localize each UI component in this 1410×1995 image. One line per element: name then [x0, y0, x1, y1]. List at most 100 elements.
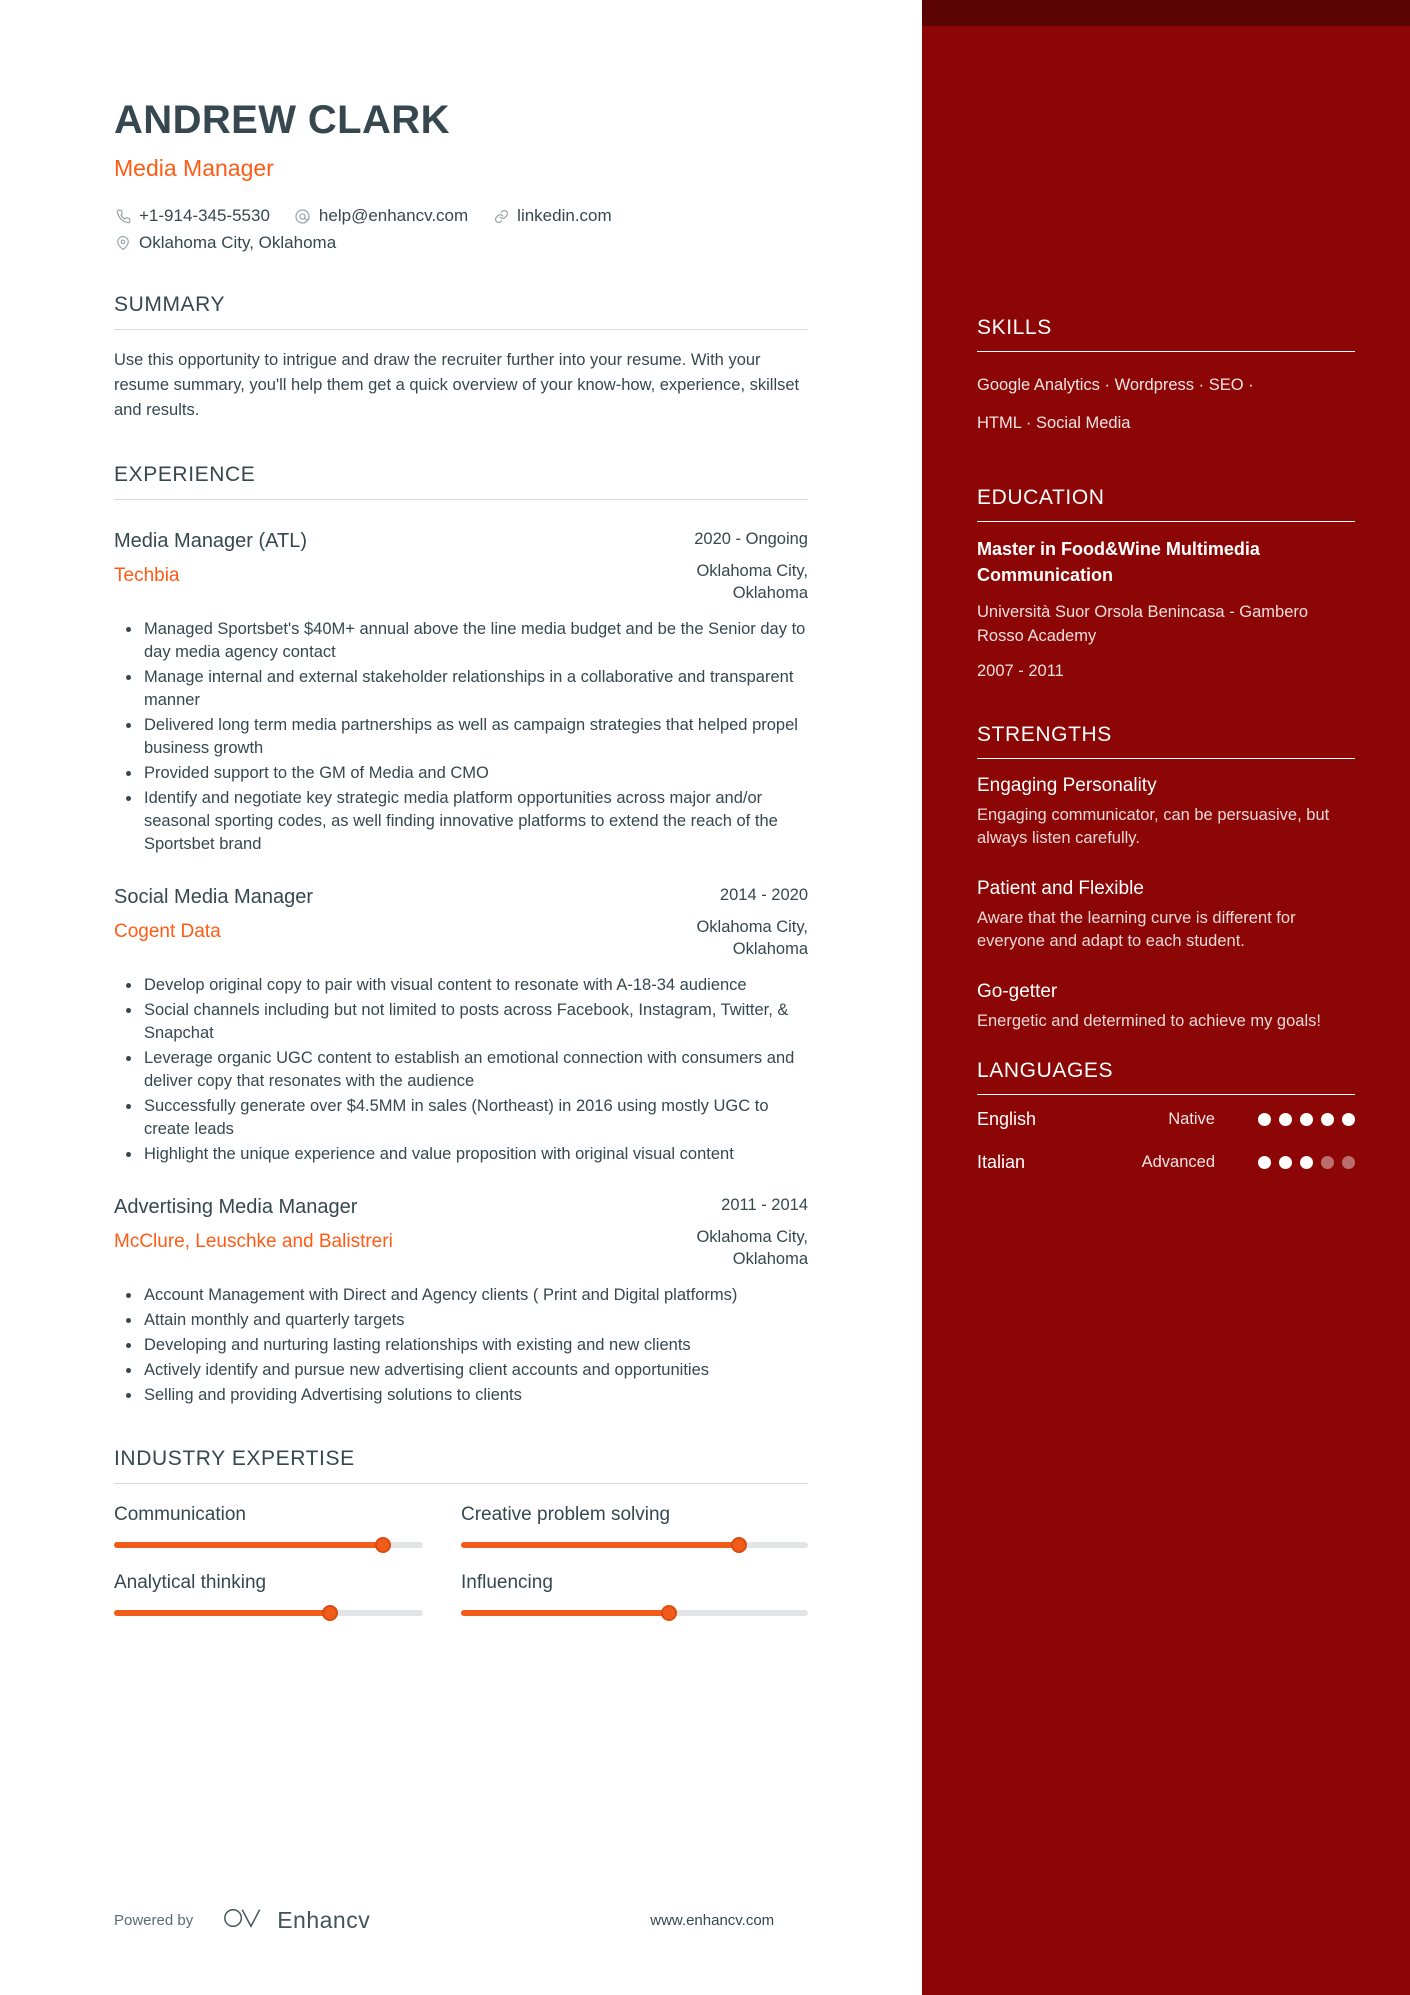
summary-heading: SUMMARY [114, 293, 808, 330]
languages-heading: LANGUAGES [977, 1059, 1355, 1095]
experience-entry-header: Social Media Manager Cogent Data 2014 - 20… [114, 882, 808, 960]
education-heading: EDUCATION [977, 486, 1355, 522]
candidate-name: ANDREW CLARK [114, 98, 450, 142]
experience-entry-meta: 2014 - 2020 Oklahoma City, Oklahoma [618, 882, 808, 960]
strength-title: Engaging Personality [977, 775, 1157, 796]
industry-expertise-grid: Communication Creative problem solving Ana… [114, 1504, 808, 1640]
strengths-heading: STRENGTHS [977, 723, 1355, 759]
languages-list: English Native Italian Advanced [977, 1095, 1355, 1173]
language-rating-dots [1237, 1113, 1355, 1126]
strength-item: Go-getter Energetic and determined to ach… [977, 979, 1355, 1033]
sidebar: SKILLS Google Analytics · Wordpress · SE… [922, 0, 1410, 1995]
experience-company: McClure, Leuschke and Balistreri [114, 1231, 393, 1252]
rating-dot [1258, 1156, 1271, 1169]
rating-dot [1342, 1156, 1355, 1169]
skills-line: HTML · Social Media [977, 414, 1131, 432]
slider-thumb[interactable] [661, 1605, 678, 1621]
industry-expertise-slider[interactable] [114, 1537, 423, 1553]
contact-email-value: help@enhancv.com [318, 206, 469, 225]
experience-entry-title-block: Media Manager (ATL) Techbia [114, 526, 618, 589]
sidebar-section-education: EDUCATION Master in Food&Wine Multimedia… [977, 486, 1355, 681]
language-level: Advanced [1141, 1153, 1215, 1171]
experience-location: Oklahoma City, Oklahoma [696, 1228, 808, 1268]
experience-location: Oklahoma City, Oklahoma [696, 562, 808, 602]
industry-expertise-slider[interactable] [461, 1537, 808, 1553]
experience-bullet: Provided support to the GM of Media and … [118, 762, 808, 785]
contact-email[interactable]: help@enhancv.com [294, 206, 468, 226]
industry-expertise-label: Creative problem solving [461, 1504, 671, 1525]
industry-expertise-label: Influencing [461, 1572, 553, 1593]
contact-phone-value: +1-914-345-5530 [139, 206, 270, 225]
rating-dot [1321, 1113, 1334, 1126]
experience-list: Media Manager (ATL) Techbia 2020 - Ongoing… [114, 526, 808, 1407]
section-summary: SUMMARY Use this opportunity to intrigue… [114, 293, 808, 423]
experience-role: Media Manager (ATL) [114, 530, 308, 552]
rating-dot [1342, 1113, 1355, 1126]
experience-bullet: Account Management with Direct and Agenc… [118, 1284, 808, 1307]
industry-expertise-slider[interactable] [461, 1605, 808, 1621]
industry-expertise-item: Analytical thinking [114, 1572, 461, 1621]
rating-dot [1258, 1113, 1271, 1126]
language-row: English Native [977, 1109, 1355, 1130]
language-name: Italian [977, 1152, 1026, 1172]
industry-expertise-item: Creative problem solving [461, 1504, 808, 1553]
experience-bullet: Develop original copy to pair with visua… [118, 974, 808, 997]
experience-bullet: Social channels including but not limite… [118, 999, 808, 1045]
link-icon [492, 207, 510, 225]
brand-logo: Enhancv [223, 1906, 370, 1935]
website-url[interactable]: www.enhancv.com [650, 1912, 774, 1929]
contact-phone[interactable]: +1-914-345-5530 [114, 206, 270, 226]
industry-expertise-heading: INDUSTRY EXPERTISE [114, 1447, 808, 1484]
sidebar-section-skills: SKILLS Google Analytics · Wordpress · SE… [977, 316, 1355, 442]
industry-expertise-label: Communication [114, 1504, 246, 1525]
strength-title: Go-getter [977, 981, 1058, 1002]
summary-text: Use this opportunity to intrigue and dra… [114, 351, 800, 419]
industry-expertise-label: Analytical thinking [114, 1572, 267, 1593]
location-pin-icon [114, 234, 132, 252]
rating-dot [1300, 1113, 1313, 1126]
industry-expertise-slider[interactable] [114, 1605, 423, 1621]
education-body: Master in Food&Wine Multimedia Communica… [977, 522, 1355, 681]
experience-entry-header: Media Manager (ATL) Techbia 2020 - Ongoing… [114, 526, 808, 604]
experience-role: Social Media Manager [114, 886, 313, 908]
experience-bullet: Developing and nurturing lasting relatio… [118, 1334, 808, 1357]
contact-link-value: linkedin.com [517, 206, 612, 225]
footer: Powered by Enhancv www.enhancv.com [114, 1906, 922, 1935]
sidebar-section-strengths: STRENGTHS Engaging Personality Engaging c… [977, 723, 1355, 1033]
experience-bullet: Identify and negotiate key strategic med… [118, 787, 808, 856]
section-industry-expertise: INDUSTRY EXPERTISE Communication Creative… [114, 1447, 808, 1640]
skills-line: Google Analytics · Wordpress · SEO · [977, 376, 1254, 394]
email-icon [294, 207, 312, 225]
experience-bullet: Manage internal and external stakeholder… [118, 666, 808, 712]
experience-location: Oklahoma City, Oklahoma [696, 918, 808, 958]
language-name: English [977, 1109, 1037, 1129]
skills-body: Google Analytics · Wordpress · SEO · HTM… [977, 352, 1355, 442]
slider-thumb[interactable] [374, 1537, 391, 1553]
experience-bullet: Selling and providing Advertising soluti… [118, 1384, 808, 1407]
contact-location-value: Oklahoma City, Oklahoma [139, 233, 337, 252]
education-school: Università Suor Orsola Benincasa - Gambe… [977, 603, 1309, 645]
experience-bullet: Successfully generate over $4.5MM in sal… [118, 1095, 808, 1141]
experience-bullet-list: Account Management with Direct and Agenc… [114, 1284, 808, 1407]
contact-link[interactable]: linkedin.com [492, 206, 612, 226]
experience-bullet: Actively identify and pursue new adverti… [118, 1359, 808, 1382]
experience-bullet: Leverage organic UGC content to establis… [118, 1047, 808, 1093]
slider-thumb[interactable] [730, 1537, 747, 1553]
experience-bullet-list: Managed Sportsbet's $40M+ annual above t… [114, 618, 808, 856]
slider-thumb[interactable] [322, 1605, 339, 1621]
strength-description: Energetic and determined to achieve my g… [977, 1012, 1321, 1030]
experience-entry-meta: 2020 - Ongoing Oklahoma City, Oklahoma [618, 526, 808, 604]
experience-dates: 2020 - Ongoing [694, 530, 808, 548]
candidate-job-title: Media Manager [114, 155, 274, 181]
resume-page: ANDREW CLARK Media Manager +1-914-345-55… [0, 0, 1410, 1995]
experience-company: Techbia [114, 565, 180, 586]
slider-fill [114, 1542, 383, 1548]
strength-title: Patient and Flexible [977, 878, 1144, 899]
experience-company: Cogent Data [114, 921, 221, 942]
slider-fill [461, 1542, 739, 1548]
industry-expertise-item: Influencing [461, 1572, 808, 1621]
rating-dot [1321, 1156, 1334, 1169]
experience-entry: Media Manager (ATL) Techbia 2020 - Ongoing… [114, 526, 808, 856]
experience-bullet: Delivered long term media partnerships a… [118, 714, 808, 760]
powered-by-label: Powered by [114, 1912, 194, 1929]
